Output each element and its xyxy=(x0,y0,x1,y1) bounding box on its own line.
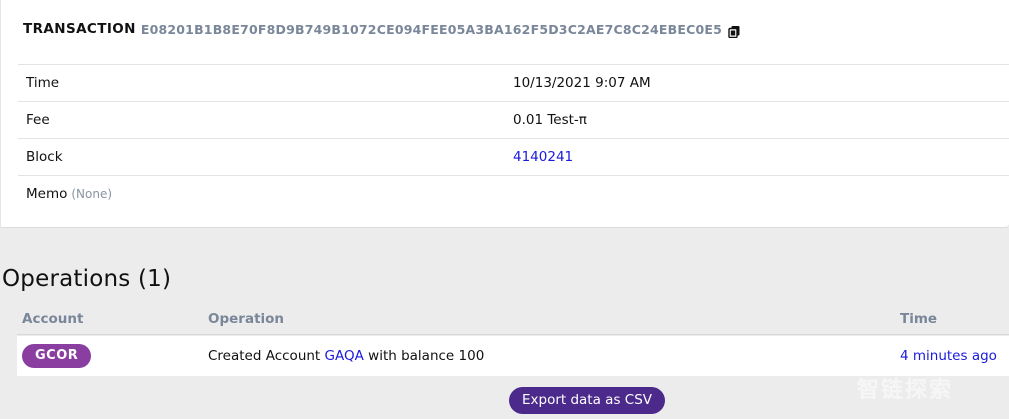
transaction-header: TRANSACTION E08201B1B8E70F8D9B749B1072CE… xyxy=(23,19,741,39)
detail-row-block: Block 4140241 xyxy=(18,138,1009,175)
fee-value: 0.01 Test-π xyxy=(513,112,587,128)
fee-label: Fee xyxy=(26,112,50,128)
transaction-label: TRANSACTION xyxy=(23,21,136,37)
memo-cell: Memo (None) xyxy=(18,186,513,202)
column-header-operation: Operation xyxy=(208,311,285,327)
transaction-hash: E08201B1B8E70F8D9B749B1072CE094FEE05A3BA… xyxy=(140,21,723,37)
block-link[interactable]: 4140241 xyxy=(513,149,573,165)
time-value: 10/13/2021 9:07 AM xyxy=(513,75,651,91)
memo-value: (None) xyxy=(71,187,113,201)
table-row: GCOR Created Account GAQA with balance 1… xyxy=(17,336,1009,376)
detail-row-memo: Memo (None) xyxy=(18,175,1009,212)
watermark: 智链探索 xyxy=(857,378,954,403)
transaction-details: Time 10/13/2021 9:07 AM Fee 0.01 Test-π … xyxy=(18,64,1009,212)
operation-description: Created Account GAQA with balance 100 xyxy=(208,348,484,364)
transaction-card: TRANSACTION E08201B1B8E70F8D9B749B1072CE… xyxy=(0,0,1009,228)
column-header-account: Account xyxy=(22,311,84,327)
detail-row-fee: Fee 0.01 Test-π xyxy=(18,101,1009,138)
block-label: Block xyxy=(26,149,63,165)
detail-row-time: Time 10/13/2021 9:07 AM xyxy=(18,64,1009,101)
time-label: Time xyxy=(26,75,60,91)
operations-title: Operations (1) xyxy=(2,266,172,292)
operation-prefix: Created Account xyxy=(208,348,321,364)
account-link[interactable]: GAQA xyxy=(325,348,364,364)
operations-table-header: Account Operation Time xyxy=(17,311,1009,335)
export-csv-button[interactable]: Export data as CSV xyxy=(509,387,665,414)
clipboard-icon[interactable] xyxy=(728,23,741,38)
account-badge[interactable]: GCOR xyxy=(22,344,92,368)
operation-time-link[interactable]: 4 minutes ago xyxy=(900,348,997,364)
column-header-time: Time xyxy=(900,311,938,327)
operation-suffix: with balance 100 xyxy=(368,348,485,364)
memo-label: Memo xyxy=(26,186,68,202)
